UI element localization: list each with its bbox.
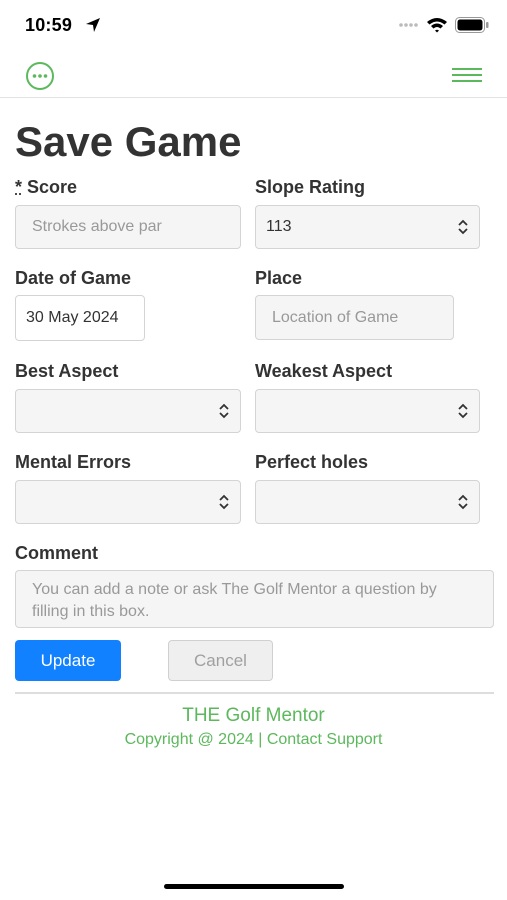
status-time: 10:59: [25, 15, 73, 35]
page-title: Save Game: [15, 118, 242, 165]
cancel-button[interactable]: Cancel: [168, 640, 273, 681]
slope-rating-select[interactable]: 113: [255, 205, 480, 249]
hamburger-icon[interactable]: [452, 66, 482, 84]
battery-icon: [455, 17, 489, 33]
wifi-icon: [427, 18, 447, 33]
score-label: * Score: [15, 177, 77, 198]
chevron-updown-icon: [219, 494, 229, 510]
chevron-updown-icon: [458, 403, 468, 419]
footer-copyright[interactable]: Copyright @ 2024 | Contact Support: [0, 731, 507, 749]
location-arrow-icon: [86, 18, 100, 32]
weakest-aspect-select[interactable]: [255, 389, 480, 433]
date-of-game-value: 30 May 2024: [26, 309, 119, 326]
update-button[interactable]: Update: [15, 640, 121, 681]
status-bar: 10:59: [0, 0, 507, 52]
best-aspect-select[interactable]: [15, 389, 241, 433]
comment-label: Comment: [15, 543, 99, 563]
place-placeholder: Location of Game: [272, 308, 399, 326]
more-circle-icon[interactable]: [25, 61, 55, 91]
slope-rating-label: Slope Rating: [255, 177, 366, 197]
chevron-updown-icon: [219, 403, 229, 419]
home-indicator: [164, 884, 344, 889]
chevron-updown-icon: [458, 219, 468, 235]
comment-placeholder: You can add a note or ask The Golf Mento…: [32, 581, 437, 620]
mental-errors-label: Mental Errors: [15, 452, 132, 472]
weakest-aspect-label: Weakest Aspect: [255, 361, 393, 381]
date-of-game-input[interactable]: 30 May 2024: [15, 295, 145, 341]
chevron-updown-icon: [458, 494, 468, 510]
slope-rating-value: 113: [266, 218, 292, 235]
signal-dots-icon: [399, 23, 418, 27]
comment-textarea[interactable]: You can add a note or ask The Golf Mento…: [15, 570, 494, 628]
score-input[interactable]: Strokes above par: [15, 205, 241, 249]
score-placeholder: Strokes above par: [32, 218, 162, 235]
navbar: [0, 52, 507, 98]
place-label: Place: [255, 268, 303, 288]
date-of-game-label: Date of Game: [15, 268, 132, 288]
required-mark: *: [15, 177, 23, 197]
perfect-holes-select[interactable]: [255, 480, 480, 524]
score-label-text: Score: [27, 177, 78, 197]
best-aspect-label: Best Aspect: [15, 361, 119, 381]
mental-errors-select[interactable]: [15, 480, 241, 524]
place-input[interactable]: Location of Game: [255, 295, 454, 340]
perfect-holes-label: Perfect holes: [255, 452, 369, 472]
footer-title[interactable]: THE Golf Mentor: [0, 705, 507, 727]
footer-divider: [15, 692, 494, 694]
